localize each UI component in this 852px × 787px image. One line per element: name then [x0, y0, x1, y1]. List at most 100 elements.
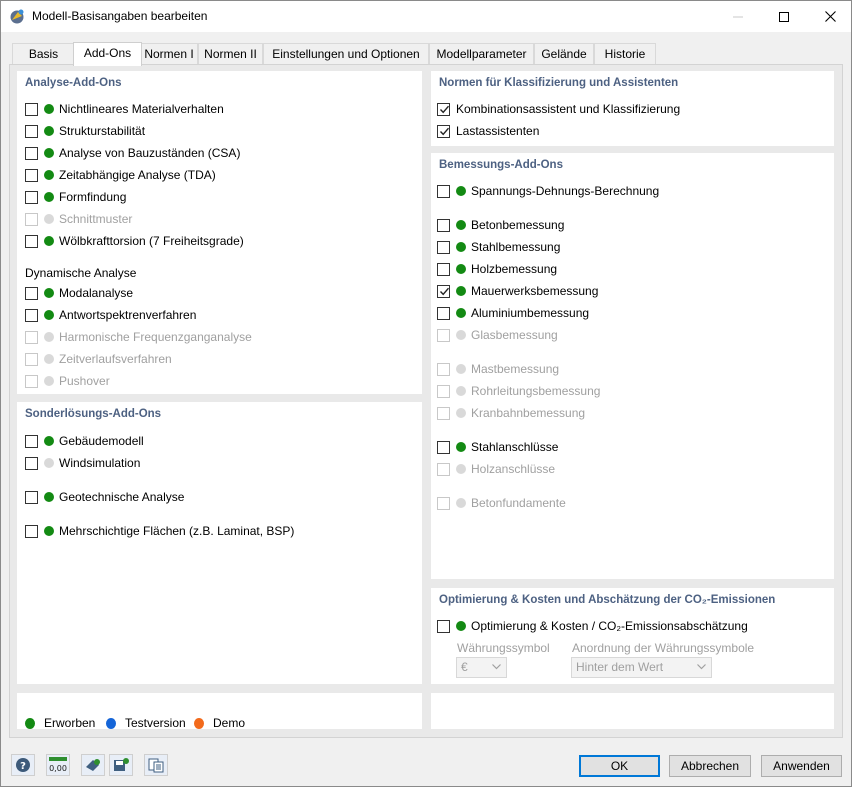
dynamic-addon-0-row[interactable]: Modalanalyse [25, 284, 133, 302]
special-addon-0-checkbox[interactable] [25, 434, 38, 448]
design-addon-9-checkbox [437, 406, 450, 420]
analysis-addon-2-checkbox[interactable] [25, 146, 38, 160]
design-addon-5-row[interactable]: Aluminiumbemessung [437, 304, 589, 322]
standard-1-checkbox[interactable] [437, 124, 450, 138]
copy-icon [148, 758, 164, 773]
dialog-window: Modell-Basisangaben bearbeiten Basis Add… [0, 0, 852, 787]
copy-button[interactable] [144, 754, 168, 776]
tab-historie[interactable]: Historie [594, 43, 656, 65]
arrangement-select[interactable]: Hinter dem Wert [571, 657, 712, 678]
tab-add-ons[interactable]: Add-Ons [73, 42, 142, 66]
license-status-dot-icon [44, 288, 54, 298]
license-status-dot-icon [456, 386, 466, 396]
license-status-dot-icon [44, 236, 54, 246]
design-addon-1-row[interactable]: Betonbemessung [437, 216, 564, 234]
analysis-addon-1-checkbox[interactable] [25, 124, 38, 138]
dynamic-addon-1-row[interactable]: Antwortspektrenverfahren [25, 306, 196, 324]
design-addon-5-checkbox[interactable] [437, 306, 450, 320]
design-addon-4-row[interactable]: Mauerwerksbemessung [437, 282, 598, 300]
design-addon-11-checkbox [437, 462, 450, 476]
legend-panel-right [431, 693, 834, 729]
optimization-addon-row[interactable]: Optimierung & Kosten / CO₂-Emissionsabsc… [437, 617, 748, 635]
design-addon-6-row[interactable]: Glasbemessung [437, 326, 558, 344]
design-addon-3-row[interactable]: Holzbemessung [437, 260, 557, 278]
design-addon-10-row[interactable]: Stahlanschlüsse [437, 438, 558, 456]
analysis-addon-4-row[interactable]: Formfindung [25, 188, 126, 206]
analysis-addon-2-row[interactable]: Analyse von Bauzuständen (CSA) [25, 144, 240, 162]
model-icon [86, 759, 100, 771]
special-addon-2-checkbox[interactable] [25, 490, 38, 504]
analysis-addon-0-row[interactable]: Nichtlineares Materialverhalten [25, 100, 224, 118]
standard-0-checkbox[interactable] [437, 102, 450, 116]
tab-normen-1[interactable]: Normen I [140, 43, 198, 65]
currency-select[interactable]: € [456, 657, 507, 678]
dynamic-addon-1-checkbox[interactable] [25, 308, 38, 322]
cancel-button[interactable]: Abbrechen [669, 755, 751, 777]
analysis-addon-4-checkbox[interactable] [25, 190, 38, 204]
save-template-icon [114, 758, 129, 771]
design-addon-5-label: Aluminiumbemessung [471, 306, 590, 320]
license-status-dot-icon [456, 220, 466, 230]
tab-basis[interactable]: Basis [12, 43, 75, 65]
tab-normen-2[interactable]: Normen II [198, 43, 263, 65]
analysis-addon-5-row[interactable]: Schnittmuster [25, 210, 132, 228]
dynamic-addon-2-row[interactable]: Harmonische Frequenzganganalyse [25, 328, 252, 346]
design-addon-7-row[interactable]: Mastbemessung [437, 360, 559, 378]
optimization-title: Optimierung & Kosten und Abschätzung der… [439, 594, 776, 606]
apply-button[interactable]: Anwenden [761, 755, 842, 777]
tab-gelaende[interactable]: Gelände [534, 43, 594, 65]
optimization-addon-label: Optimierung & Kosten / CO₂-Emissionsabsc… [471, 619, 748, 633]
design-addon-3-checkbox[interactable] [437, 262, 450, 276]
minimize-button[interactable] [715, 1, 761, 32]
special-addon-2-row[interactable]: Geotechnische Analyse [25, 488, 184, 506]
design-addon-2-row[interactable]: Stahlbemessung [437, 238, 560, 256]
design-addon-8-row[interactable]: Rohrleitungsbemessung [437, 382, 600, 400]
units-button[interactable]: 0,00 [46, 754, 70, 776]
license-status-dot-icon [456, 442, 466, 452]
analysis-addon-6-row[interactable]: Wölbkrafttorsion (7 Freiheitsgrade) [25, 232, 244, 250]
design-addon-0-checkbox[interactable] [437, 184, 450, 198]
model-button[interactable] [81, 754, 105, 776]
dynamic-addon-4-row[interactable]: Pushover [25, 372, 110, 390]
analysis-addon-6-checkbox[interactable] [25, 234, 38, 248]
design-addon-2-checkbox[interactable] [437, 240, 450, 254]
design-addon-0-row[interactable]: Spannungs-Dehnungs-Berechnung [437, 182, 659, 200]
analysis-addon-3-checkbox[interactable] [25, 168, 38, 182]
analysis-addon-0-checkbox[interactable] [25, 102, 38, 116]
dynamic-addon-3-label: Zeitverlaufsverfahren [59, 352, 172, 366]
maximize-button[interactable] [761, 1, 807, 32]
tab-einstellungen[interactable]: Einstellungen und Optionen [263, 43, 429, 65]
special-addon-3-row[interactable]: Mehrschichtige Flächen (z.B. Laminat, BS… [25, 522, 294, 540]
special-addon-0-row[interactable]: Gebäudemodell [25, 432, 144, 450]
ok-button[interactable]: OK [579, 755, 660, 777]
design-addon-9-row[interactable]: Kranbahnbemessung [437, 404, 585, 422]
special-addon-3-checkbox[interactable] [25, 524, 38, 538]
arrangement-value: Hinter dem Wert [576, 660, 664, 674]
design-addon-11-row[interactable]: Holzanschlüsse [437, 460, 555, 478]
title-bar: Modell-Basisangaben bearbeiten [1, 1, 851, 32]
design-addon-6-checkbox [437, 328, 450, 342]
standard-0-row[interactable]: Kombinationsassistent und Klassifizierun… [437, 100, 680, 118]
standard-1-row[interactable]: Lastassistenten [437, 122, 539, 140]
special-addon-1-checkbox[interactable] [25, 456, 38, 470]
design-addon-10-checkbox[interactable] [437, 440, 450, 454]
save-template-button[interactable] [109, 754, 133, 776]
dynamic-addon-0-checkbox[interactable] [25, 286, 38, 300]
tab-modellparameter[interactable]: Modellparameter [429, 43, 534, 65]
dynamic-addon-3-row[interactable]: Zeitverlaufsverfahren [25, 350, 172, 368]
help-icon: ? [16, 758, 30, 772]
special-addon-1-row[interactable]: Windsimulation [25, 454, 140, 472]
help-button[interactable]: ? [11, 754, 35, 776]
design-addon-12-row[interactable]: Betonfundamente [437, 494, 566, 512]
design-addons-title: Bemessungs-Add-Ons [439, 159, 563, 171]
license-status-dot-icon [44, 526, 54, 536]
analysis-addon-2-label: Analyse von Bauzuständen (CSA) [59, 146, 241, 160]
close-button[interactable] [807, 1, 852, 32]
design-addon-1-checkbox[interactable] [437, 218, 450, 232]
analysis-addon-3-row[interactable]: Zeitabhängige Analyse (TDA) [25, 166, 216, 184]
maximize-icon [779, 11, 789, 22]
analysis-addon-1-row[interactable]: Strukturstabilität [25, 122, 145, 140]
design-addon-4-checkbox[interactable] [437, 284, 450, 298]
license-status-dot-icon [456, 621, 466, 631]
optimization-addon-checkbox[interactable] [437, 619, 450, 633]
